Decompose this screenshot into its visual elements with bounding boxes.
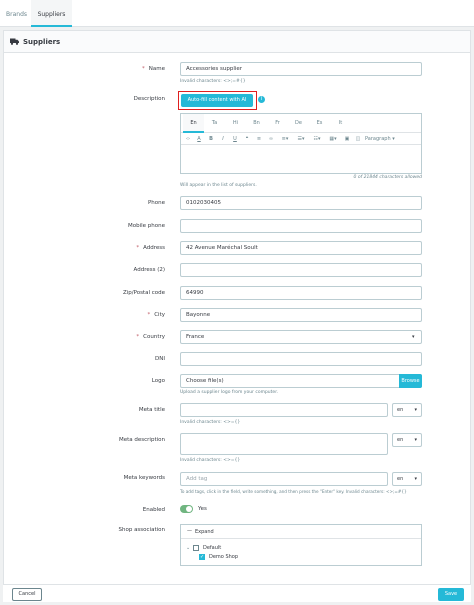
enabled-value: Yes (198, 506, 207, 512)
meta-keywords-lang-select[interactable]: en ▾ (392, 472, 422, 486)
phone-label: Phone (147, 200, 165, 206)
source-code-icon[interactable]: ‹› (184, 135, 192, 144)
image-icon[interactable]: ▣ (343, 135, 351, 144)
dni-input[interactable] (180, 352, 422, 366)
logo-hint: Upload a supplier logo from your compute… (180, 390, 279, 395)
meta-description-textarea[interactable] (180, 433, 388, 455)
text-color-icon[interactable]: A (195, 135, 203, 144)
chevron-down-icon: ▾ (414, 437, 417, 443)
auto-fill-ai-button[interactable]: Auto-fill content with AI (181, 94, 253, 107)
blockquote-icon[interactable]: ❝ (243, 135, 251, 144)
zip-label: Zip/Postal code (122, 290, 165, 296)
lang-tab-bn[interactable]: Bn (246, 114, 267, 133)
expand-icon: — (187, 528, 192, 534)
numbered-list-icon[interactable]: ☷▾ (311, 135, 323, 144)
table-icon[interactable]: ▦▾ (327, 135, 339, 144)
shop-association-label: Shop association (118, 527, 165, 533)
save-button[interactable]: Save (438, 588, 464, 601)
card-header: Suppliers (4, 31, 470, 53)
dni-label: DNI (155, 356, 165, 362)
default-group-checkbox[interactable] (193, 545, 199, 551)
meta-description-label: Meta description (119, 437, 165, 443)
meta-keywords-tag-input[interactable]: Add tag (180, 472, 388, 486)
shop-association-tree: — Expand ⌄ Default ✓ Demo Shop (180, 524, 422, 566)
card-title: Suppliers (23, 38, 61, 46)
city-label: * City (147, 312, 165, 318)
meta-title-lang-select[interactable]: en ▾ (392, 403, 422, 417)
toggle-knob (186, 506, 192, 512)
editor-language-tabs: En Ta Hi Bn Fr De Es It (181, 114, 421, 133)
tab-suppliers[interactable]: Suppliers (31, 0, 72, 27)
expand-row[interactable]: — Expand (181, 525, 421, 539)
top-tabs-bar: Brands Suppliers (0, 0, 474, 27)
name-label: * Name (142, 66, 165, 72)
chevron-down-icon: ▾ (414, 407, 417, 413)
meta-title-label: Meta title (138, 407, 165, 413)
meta-description-lang-select[interactable]: en ▾ (392, 433, 422, 447)
description-label: Description (133, 96, 165, 102)
address-input[interactable]: 42 Avenue Maréchal Soult (180, 241, 422, 255)
truck-icon (10, 38, 19, 45)
bullet-list-icon[interactable]: ☰▾ (295, 135, 307, 144)
lang-tab-fr[interactable]: Fr (267, 114, 288, 133)
lang-tab-en[interactable]: En (183, 114, 204, 133)
description-editor[interactable]: En Ta Hi Bn Fr De Es It ‹› A B I U ❝ ≡ ∞… (180, 113, 422, 174)
country-select[interactable]: France ▾ (180, 330, 422, 344)
chevron-down-icon: ▾ (412, 334, 415, 340)
zip-input[interactable]: 64990 (180, 286, 422, 300)
country-label: * Country (136, 334, 165, 340)
lang-tab-hi[interactable]: Hi (225, 114, 246, 133)
paragraph-format-select[interactable]: Paragraph ▾ (365, 135, 403, 144)
form-footer: Cancel Save (3, 584, 471, 602)
strikethrough-icon[interactable]: ≡ (255, 135, 263, 144)
phone-input[interactable]: 0102030405 (180, 196, 422, 210)
lang-tab-de[interactable]: De (288, 114, 309, 133)
info-icon[interactable]: i (258, 96, 265, 103)
enabled-label: Enabled (142, 507, 165, 513)
chevron-down-icon: ▾ (414, 476, 417, 482)
link-icon[interactable]: ∞ (267, 135, 275, 144)
mobile-phone-input[interactable] (180, 219, 422, 233)
meta-keywords-label: Meta keywords (123, 475, 165, 481)
description-char-counter: 0 of 21844 characters allowed (353, 175, 422, 180)
chevron-down-icon: ⌄ (186, 545, 191, 551)
meta-keywords-hint: To add tags, click in the field, write s… (180, 489, 407, 494)
editor-toolbar: ‹› A B I U ❝ ≡ ∞ ≡▾ ☰▾ ☷▾ ▦▾ ▣ ◫ Paragra… (181, 134, 421, 145)
media-icon[interactable]: ◫ (354, 135, 362, 144)
meta-title-hint: Invalid characters: <>={} (180, 420, 241, 425)
logo-label: Logo (151, 378, 165, 384)
cancel-button[interactable]: Cancel (12, 588, 42, 601)
meta-title-input[interactable] (180, 403, 388, 417)
city-input[interactable]: Bayonne (180, 308, 422, 322)
default-group-label: Default (203, 545, 222, 551)
demo-shop-label: Demo Shop (209, 554, 239, 560)
browse-button[interactable]: Browse (399, 374, 422, 388)
underline-icon[interactable]: U (231, 135, 239, 144)
lang-tab-ta[interactable]: Ta (204, 114, 225, 133)
address2-input[interactable] (180, 263, 422, 277)
address2-label: Address (2) (133, 267, 165, 273)
address-label: * Address (136, 245, 165, 251)
demo-shop-checkbox[interactable]: ✓ (199, 554, 205, 560)
name-input[interactable]: Accessories supplier (180, 62, 422, 76)
tab-brands[interactable]: Brands (6, 0, 28, 27)
lang-tab-it[interactable]: It (330, 114, 351, 133)
lang-tab-es[interactable]: Es (309, 114, 330, 133)
italic-icon[interactable]: I (219, 135, 227, 144)
enabled-toggle[interactable] (180, 505, 193, 513)
logo-file-input[interactable]: Choose file(s) Browse (180, 374, 422, 388)
expand-link[interactable]: Expand (195, 529, 214, 535)
align-icon[interactable]: ≡▾ (279, 135, 291, 144)
name-hint: Invalid characters: <>;=#{} (180, 79, 246, 84)
bold-icon[interactable]: B (207, 135, 215, 144)
mobile-phone-label: Mobile phone (127, 223, 165, 229)
meta-description-hint: Invalid characters: <>={} (180, 458, 241, 463)
description-hint: Will appear in the list of suppliers. (180, 183, 257, 188)
